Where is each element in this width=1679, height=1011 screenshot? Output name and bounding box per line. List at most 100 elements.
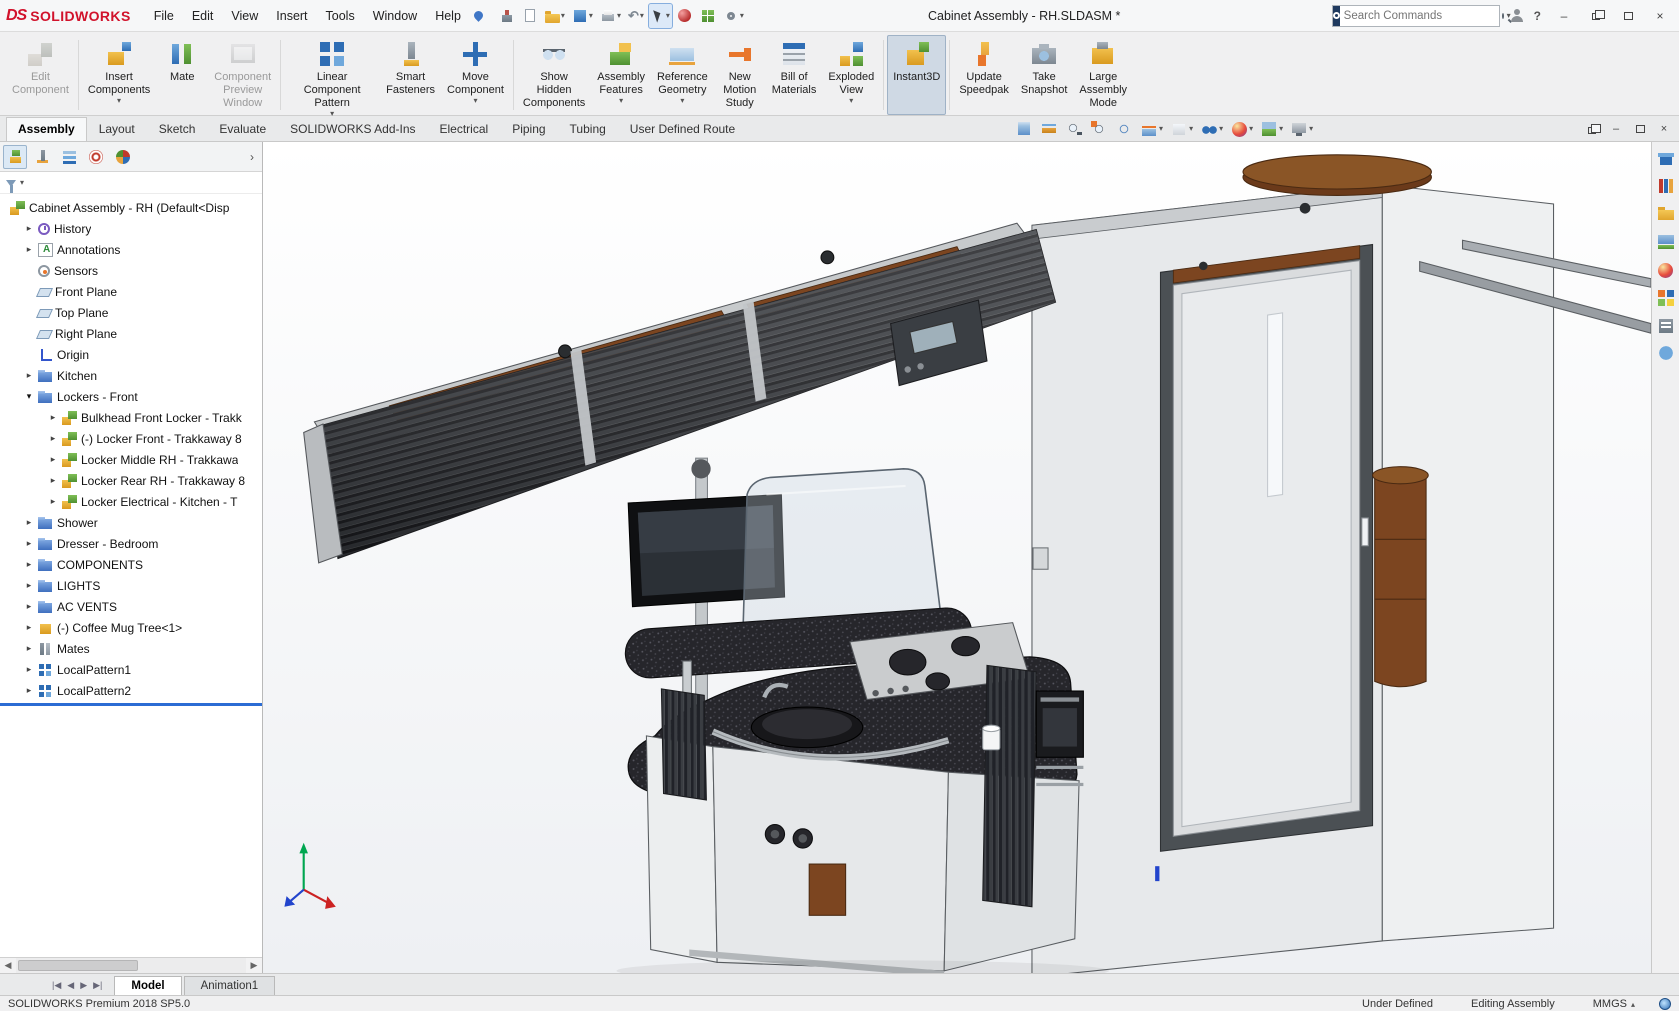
new-motion-study-button[interactable]: New Motion Study [714, 35, 766, 115]
scroll-right-arrow[interactable]: ▶ [246, 960, 262, 971]
appearances-scenes-icon[interactable] [1658, 263, 1673, 278]
dimxpertmanager-tab[interactable] [84, 145, 108, 169]
design-table-button[interactable] [698, 4, 718, 28]
doc-restore-button[interactable] [1581, 120, 1603, 138]
expand-arrow-icon[interactable] [22, 224, 36, 233]
displaymanager-tab[interactable] [111, 145, 135, 169]
expand-arrow-icon[interactable] [22, 518, 36, 527]
take-snapshot-button[interactable]: Take Snapshot [1015, 35, 1073, 115]
restore-button[interactable] [1583, 5, 1609, 27]
zoom-to-area-button[interactable] [1090, 120, 1108, 138]
command-search[interactable] [1332, 5, 1500, 27]
zoom-to-fit-button[interactable] [1065, 120, 1083, 138]
collapse-arrow-icon[interactable] [22, 392, 36, 401]
solidworks-resources-icon[interactable] [1656, 148, 1676, 168]
tree-item-history[interactable]: History [0, 218, 262, 239]
tab-assembly[interactable]: Assembly [6, 117, 87, 141]
units-selector[interactable]: MMGS [1593, 998, 1635, 1010]
menu-file[interactable]: File [145, 5, 183, 27]
hide-show-items-button[interactable] [1200, 120, 1223, 138]
tab-evaluate[interactable]: Evaluate [207, 117, 278, 141]
tree-item-locker-middle-rh[interactable]: Locker Middle RH - Trakkawa [0, 449, 262, 470]
tab-sketch[interactable]: Sketch [147, 117, 208, 141]
tree-item-lockers-front[interactable]: Lockers - Front [0, 386, 262, 407]
file-explorer-icon[interactable] [1656, 204, 1676, 224]
menu-tools[interactable]: Tools [317, 5, 364, 27]
last-frame-button[interactable]: ▶| [93, 980, 102, 991]
expand-arrow-icon[interactable] [22, 665, 36, 674]
linear-component-pattern-button[interactable]: Linear Component Pattern [284, 35, 380, 115]
tree-item-sensors[interactable]: Sensors [0, 260, 262, 281]
tree-item-annotations[interactable]: Annotations [0, 239, 262, 260]
next-frame-button[interactable]: ▶ [80, 980, 87, 991]
minimize-button[interactable]: – [1551, 5, 1577, 27]
filter-funnel-icon[interactable] [6, 180, 16, 192]
tab-user-defined-route[interactable]: User Defined Route [618, 117, 747, 141]
tree-item-components[interactable]: COMPONENTS [0, 554, 262, 575]
tab-solidworks-add-ins[interactable]: SOLIDWORKS Add-Ins [278, 117, 427, 141]
menu-insert[interactable]: Insert [267, 5, 316, 27]
appearance-sphere-button[interactable] [675, 4, 695, 28]
insert-components-button[interactable]: Insert Components [82, 35, 156, 115]
mate-button[interactable]: Mate [156, 35, 208, 115]
tree-item-origin[interactable]: Origin [0, 344, 262, 365]
tree-item-lights[interactable]: LIGHTS [0, 575, 262, 596]
menu-help[interactable]: Help [426, 5, 470, 27]
custom-properties-icon[interactable] [1656, 316, 1676, 336]
search-icon[interactable] [1502, 13, 1504, 19]
panel-expand-chevron[interactable]: › [245, 150, 259, 164]
chevron-down-icon[interactable] [20, 179, 24, 187]
viewport-3d-scene[interactable] [263, 142, 1651, 973]
scrollbar-track[interactable] [16, 958, 246, 973]
options-button[interactable] [721, 4, 746, 28]
tab-layout[interactable]: Layout [87, 117, 147, 141]
assembly-features-button[interactable]: Assembly Features [591, 35, 651, 115]
design-library-icon[interactable] [1656, 176, 1676, 196]
model-tab[interactable]: Model [114, 976, 181, 995]
open-document-button[interactable] [543, 4, 567, 28]
large-assembly-mode-button[interactable]: Large Assembly Mode [1073, 35, 1133, 115]
save-button[interactable] [570, 4, 595, 28]
measure-button[interactable] [1040, 120, 1058, 138]
pin-menu-icon[interactable] [472, 9, 485, 22]
scrollbar-thumb[interactable] [18, 960, 138, 971]
edit-component-button[interactable]: Edit Component [6, 35, 75, 115]
rotate-view-button[interactable] [1115, 120, 1133, 138]
expand-arrow-icon[interactable] [22, 644, 36, 653]
rollback-bar[interactable] [0, 703, 262, 706]
help-button[interactable]: ? [1530, 9, 1545, 23]
expand-arrow-icon[interactable] [46, 413, 60, 422]
tree-item-front-plane[interactable]: Front Plane [0, 281, 262, 302]
home-button[interactable] [497, 4, 517, 28]
expand-arrow-icon[interactable] [46, 497, 60, 506]
exploded-view-button[interactable]: Exploded View [822, 35, 880, 115]
tree-item-localpattern1[interactable]: LocalPattern1 [0, 659, 262, 680]
tree-item-right-plane[interactable]: Right Plane [0, 323, 262, 344]
tree-item-bulkhead-front-locker[interactable]: Bulkhead Front Locker - Trakk [0, 407, 262, 428]
tree-horizontal-scrollbar[interactable]: ◀ ▶ [0, 957, 262, 973]
display-style-button[interactable] [1170, 120, 1193, 138]
doc-close-button[interactable]: × [1653, 120, 1675, 138]
tree-item-locker-electrical[interactable]: Locker Electrical - Kitchen - T [0, 491, 262, 512]
tree-item-root[interactable]: Cabinet Assembly - RH (Default<Disp [0, 197, 262, 218]
expand-arrow-icon[interactable] [46, 434, 60, 443]
apply-scene-button[interactable] [1260, 120, 1283, 138]
forum-icon[interactable] [1656, 344, 1676, 364]
tree-item-mates[interactable]: Mates [0, 638, 262, 659]
graphics-viewport[interactable] [263, 142, 1651, 973]
expand-arrow-icon[interactable] [46, 476, 60, 485]
tree-item-locker-front[interactable]: (-) Locker Front - Trakkaway 8 [0, 428, 262, 449]
update-speedpak-button[interactable]: Update Speedpak [953, 35, 1015, 115]
scroll-left-arrow[interactable]: ◀ [0, 960, 16, 971]
menu-window[interactable]: Window [364, 5, 426, 27]
expand-arrow-icon[interactable] [22, 539, 36, 548]
tree-item-dresser-bedroom[interactable]: Dresser - Bedroom [0, 533, 262, 554]
show-hidden-components-button[interactable]: Show Hidden Components [517, 35, 591, 115]
select-tool-button[interactable] [649, 4, 672, 28]
animation1-tab[interactable]: Animation1 [184, 976, 276, 995]
expand-arrow-icon[interactable] [22, 686, 36, 695]
expand-arrow-icon[interactable] [22, 581, 36, 590]
maximize-button[interactable] [1615, 5, 1641, 27]
menu-edit[interactable]: Edit [183, 5, 223, 27]
doc-minimize-button[interactable]: – [1605, 120, 1627, 138]
